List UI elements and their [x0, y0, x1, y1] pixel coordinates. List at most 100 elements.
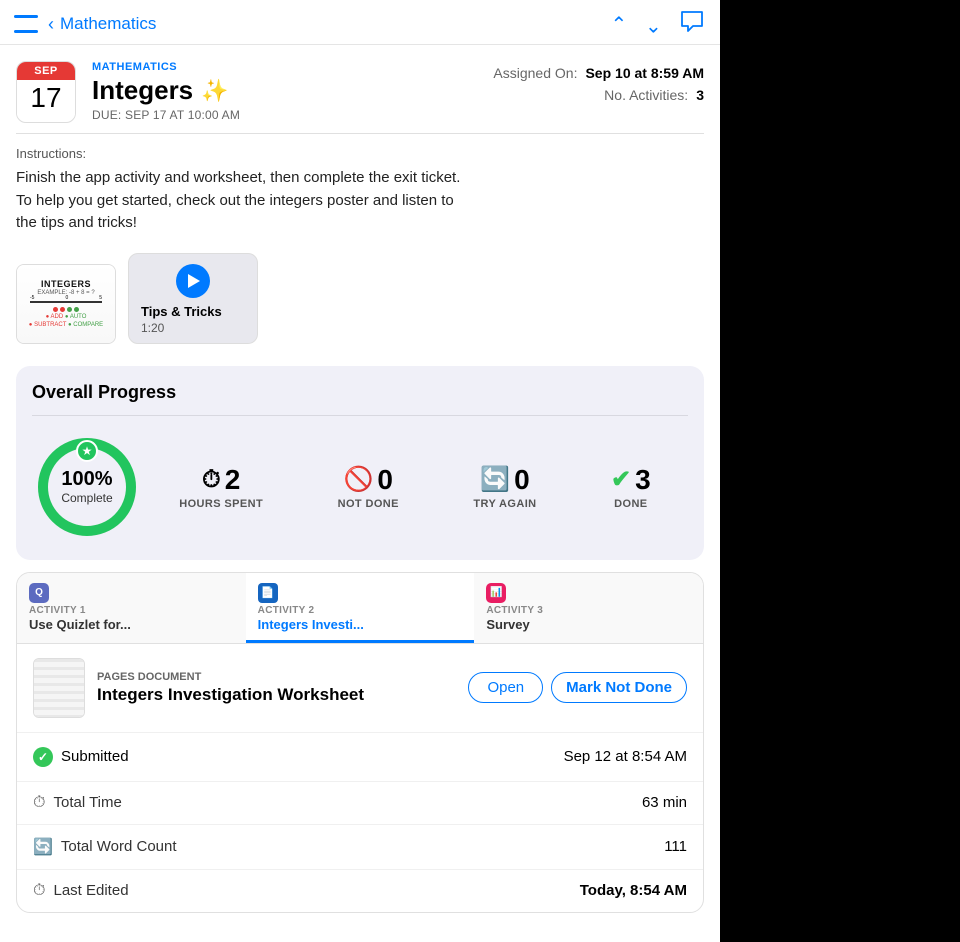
activities-label: No. Activities:: [604, 87, 688, 103]
assignment-title-block: MATHEMATICS Integers ✨ DUE: SEP 17 AT 10…: [92, 61, 477, 123]
tab-activity-3[interactable]: 📊 ACTIVITY 3 Survey: [474, 573, 703, 643]
tab-2-number: ACTIVITY 2: [258, 605, 463, 616]
progress-title: Overall Progress: [32, 382, 688, 403]
mark-not-done-button[interactable]: Mark Not Done: [551, 672, 687, 703]
poster-labels: ● ADD ● AUTO: [46, 314, 87, 320]
stats-grid: ⏱ 2 HOURS SPENT 🚫 0 NOT DONE 🔄 0: [142, 464, 688, 510]
file-info: PAGES DOCUMENT Integers Investigation Wo…: [97, 671, 456, 705]
not-done-stat: 🚫 0 NOT DONE: [338, 464, 399, 510]
circle-complete-label: Complete: [61, 491, 112, 505]
circle-center: 100% Complete: [61, 468, 112, 505]
play-button[interactable]: [176, 264, 210, 298]
try-again-stat: 🔄 0 TRY AGAIN: [473, 464, 536, 510]
chevron-up-icon[interactable]: ⌃: [610, 12, 627, 37]
progress-section: Overall Progress ★ 100% Complete: [16, 366, 704, 560]
word-count-left: 🔄 Total Word Count: [33, 837, 177, 857]
poster-number-line: -505: [30, 301, 102, 303]
main-panel: ‹ Mathematics ⌃ ⌃ SEP 17 MATHEMATICS Int…: [0, 0, 720, 942]
instructions-section: Instructions: Finish the app activity an…: [0, 134, 720, 243]
title-text: Integers: [92, 75, 193, 106]
submitted-left: ✓ Submitted: [33, 747, 129, 767]
poster-title-text: INTEGERS: [41, 279, 91, 289]
chevron-down-icon[interactable]: ⌃: [645, 12, 662, 37]
tab-1-number: ACTIVITY 1: [29, 605, 234, 616]
tab-1-label: Use Quizlet for...: [29, 617, 234, 632]
progress-stats: ★ 100% Complete ⏱ 2 HOURS SPENT: [32, 432, 688, 542]
hours-stat: ⏱ 2 HOURS SPENT: [179, 464, 263, 510]
comment-icon[interactable]: [680, 10, 704, 38]
word-count-value: 111: [664, 838, 687, 855]
poster-dots: [53, 307, 79, 312]
back-button[interactable]: ‹ Mathematics: [48, 14, 156, 35]
calendar-day: 17: [17, 80, 75, 118]
calendar-month: SEP: [17, 62, 75, 80]
last-edited-row: ⏱ Last Edited Today, 8:54 AM: [17, 869, 703, 912]
done-value: ✔ 3: [611, 464, 651, 496]
file-type: PAGES DOCUMENT: [97, 671, 456, 683]
back-label: Mathematics: [60, 14, 156, 34]
tab-activity-1[interactable]: Q ACTIVITY 1 Use Quizlet for...: [17, 573, 246, 643]
sidebar-toggle-button[interactable]: [12, 13, 40, 35]
video-duration: 1:20: [141, 321, 245, 335]
not-done-value: 🚫 0: [338, 464, 399, 496]
circle-percent: 100%: [61, 468, 112, 491]
subject-label: MATHEMATICS: [92, 61, 477, 73]
tips-tricks-video[interactable]: Tips & Tricks 1:20: [128, 253, 258, 344]
play-button-row: [141, 264, 245, 298]
not-done-icon: 🚫: [344, 465, 374, 494]
hours-label: HOURS SPENT: [179, 498, 263, 510]
attachments-row: INTEGERS EXAMPLE: -8 + 8 = ? -505 ● ADD …: [0, 243, 720, 358]
activity-tabs: Q ACTIVITY 1 Use Quizlet for... 📄 ACTIVI…: [17, 573, 703, 644]
activity-file-row: PAGES DOCUMENT Integers Investigation Wo…: [33, 658, 687, 718]
last-edited-icon: ⏱: [33, 882, 45, 900]
poster-labels2: ● SUBTRACT ● COMPARE: [29, 322, 103, 328]
submitted-date: Sep 12 at 8:54 AM: [564, 748, 687, 765]
word-count-icon: 🔄: [33, 837, 53, 857]
word-count-label: Total Word Count: [61, 838, 177, 855]
activities-count: 3: [696, 87, 704, 103]
instructions-heading: Instructions:: [16, 146, 704, 161]
clock-icon: ⏱: [202, 466, 221, 494]
hours-value: ⏱ 2: [179, 464, 263, 496]
sparkle-icon: ✨: [201, 78, 228, 104]
assigned-on-value: Sep 10 at 8:59 AM: [585, 65, 704, 81]
circle-progress: ★ 100% Complete: [32, 432, 142, 542]
assignment-meta: Assigned On: Sep 10 at 8:59 AM No. Activ…: [493, 61, 704, 123]
tab-3-label: Survey: [486, 617, 691, 632]
open-button[interactable]: Open: [468, 672, 543, 703]
top-nav: ‹ Mathematics ⌃ ⌃: [0, 0, 720, 45]
done-icon: ✔: [611, 465, 631, 494]
file-thumb-inner: [34, 659, 84, 717]
tab-2-label: Integers Investi...: [258, 617, 463, 632]
last-edited-left: ⏱ Last Edited: [33, 882, 129, 900]
not-done-label: NOT DONE: [338, 498, 399, 510]
try-again-icon: 🔄: [480, 465, 510, 494]
total-time-label: Total Time: [53, 794, 121, 811]
total-time-value: 63 min: [642, 794, 687, 811]
due-label: DUE: SEP 17 AT 10:00 AM: [92, 108, 477, 122]
word-count-row: 🔄 Total Word Count 111: [17, 824, 703, 869]
nav-right: ⌃ ⌃: [610, 10, 704, 38]
assignment-header: SEP 17 MATHEMATICS Integers ✨ DUE: SEP 1…: [0, 45, 720, 133]
submission-row: ✓ Submitted Sep 12 at 8:54 AM: [17, 732, 703, 781]
file-name: Integers Investigation Worksheet: [97, 685, 456, 705]
file-thumbnail: [33, 658, 85, 718]
activities-section: Q ACTIVITY 1 Use Quizlet for... 📄 ACTIVI…: [16, 572, 704, 913]
video-title: Tips & Tricks: [141, 304, 245, 319]
try-again-value: 🔄 0: [473, 464, 536, 496]
last-edited-value: Today, 8:54 AM: [580, 882, 687, 899]
submitted-check-icon: ✓: [33, 747, 53, 767]
poster-attachment[interactable]: INTEGERS EXAMPLE: -8 + 8 = ? -505 ● ADD …: [16, 264, 116, 344]
try-again-label: TRY AGAIN: [473, 498, 536, 510]
integers-poster-thumb: INTEGERS EXAMPLE: -8 + 8 = ? -505 ● ADD …: [17, 265, 115, 343]
assigned-on-row: Assigned On: Sep 10 at 8:59 AM: [493, 65, 704, 81]
last-edited-label: Last Edited: [53, 882, 128, 899]
tab-activity-2[interactable]: 📄 ACTIVITY 2 Integers Investi...: [246, 573, 475, 643]
tab-3-number: ACTIVITY 3: [486, 605, 691, 616]
progress-divider: [32, 415, 688, 416]
done-label: DONE: [611, 498, 651, 510]
done-stat: ✔ 3 DONE: [611, 464, 651, 510]
right-panel: [720, 0, 960, 942]
back-chevron-icon: ‹: [48, 14, 54, 35]
submitted-label: Submitted: [61, 748, 129, 765]
